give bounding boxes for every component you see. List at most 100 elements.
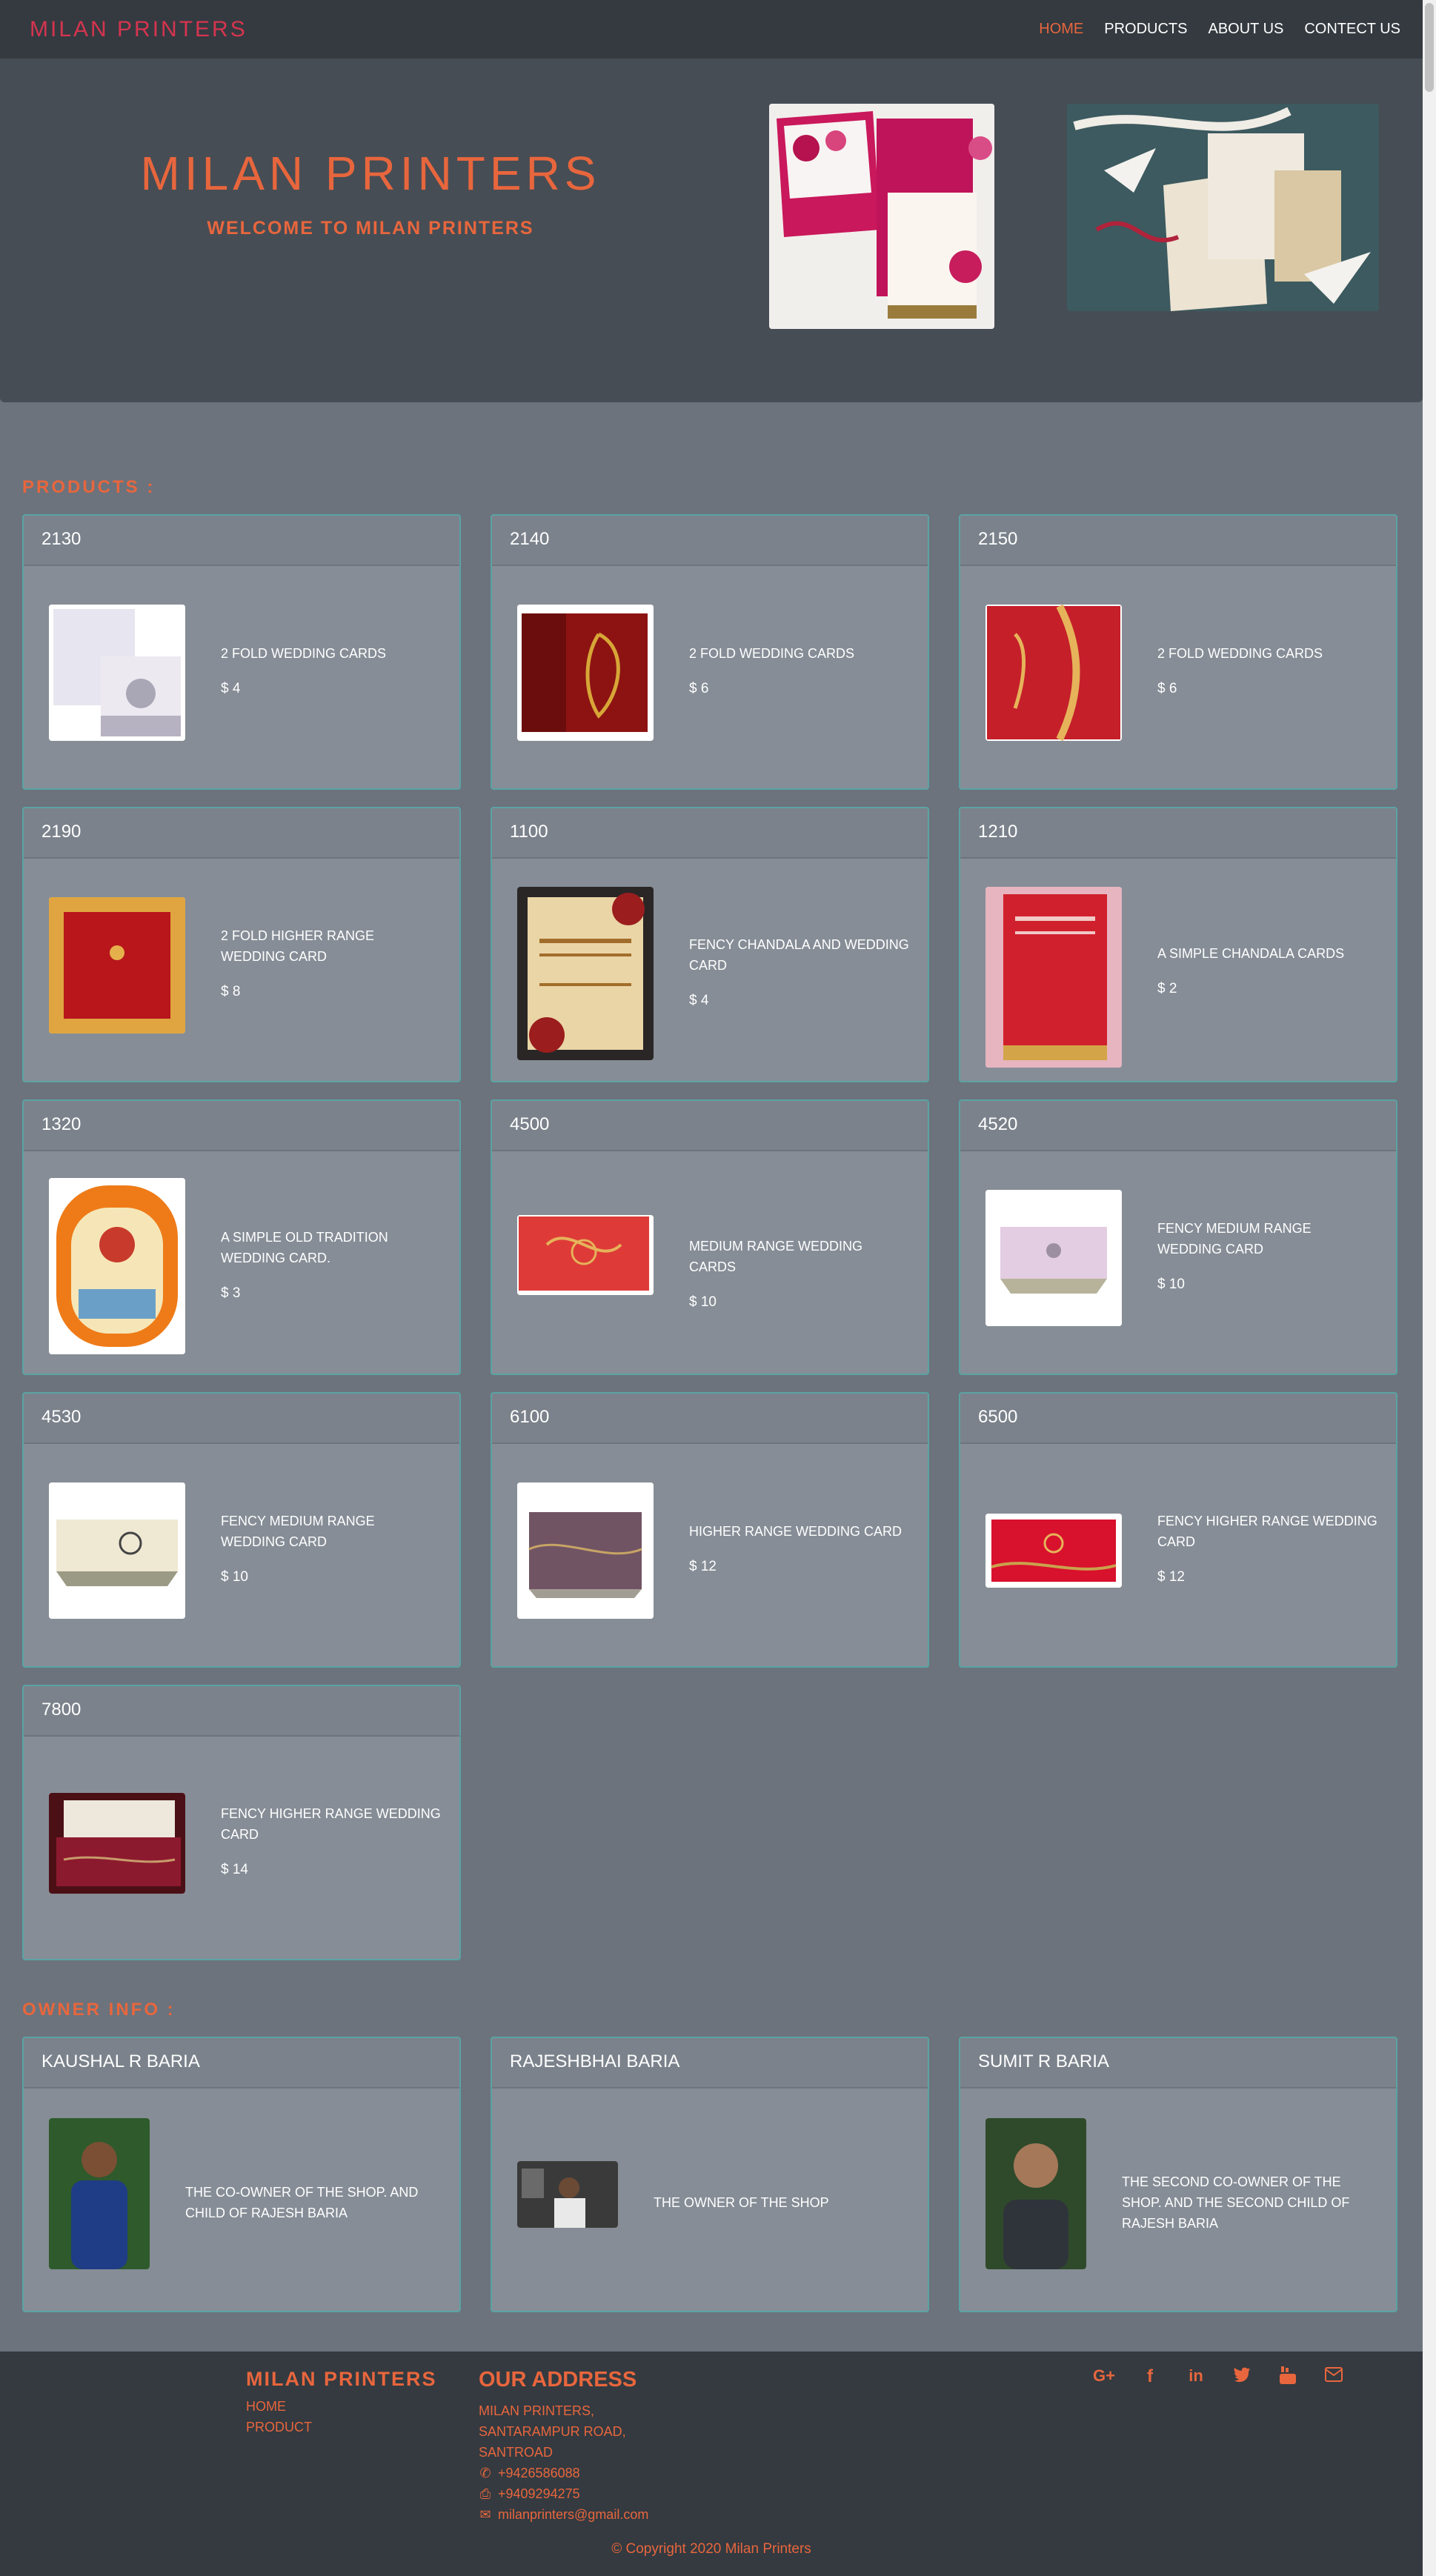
footer-product-link[interactable]: PRODUCT: [246, 2420, 312, 2435]
product-code: 4520: [960, 1101, 1396, 1151]
owner-section-title: OWNER INFO :: [22, 2000, 176, 2020]
owner-description: THE SECOND CO-OWNER OF THE SHOP. AND THE…: [1122, 2174, 1350, 2231]
owner-card: SUMIT R BARIA THE SECOND CO-OWNER OF THE…: [959, 2037, 1397, 2312]
product-name: A SIMPLE CHANDALA CARDS: [1157, 946, 1345, 961]
nav-home-link[interactable]: HOME: [1039, 21, 1083, 38]
product-code: 1210: [960, 808, 1396, 859]
social-links: G+ f in: [1092, 2366, 1346, 2389]
product-card[interactable]: 1100 FENCY CHANDALA AND WEDDING CARD $ 4: [491, 807, 929, 1082]
product-code: 1320: [24, 1101, 459, 1151]
product-card[interactable]: 4530 FENCY MEDIUM RANGE WEDDING CARD $ 10: [22, 1392, 461, 1668]
product-price: $ 8: [221, 984, 241, 999]
owner-card: KAUSHAL R BARIA THE CO-OWNER OF THE SHOP…: [22, 2037, 461, 2312]
product-code: 6500: [960, 1394, 1396, 1444]
footer-fax-value: +9409294275: [498, 2486, 580, 2501]
product-price: $ 10: [221, 1569, 248, 1585]
product-image: [49, 605, 185, 741]
youtube-icon[interactable]: [1276, 2366, 1300, 2389]
envelope-icon: ✉: [479, 2507, 491, 2522]
owner-photo: [517, 2161, 618, 2228]
footer-phone[interactable]: ✆ +9426586088: [479, 2466, 580, 2481]
footer-email[interactable]: ✉ milanprinters@gmail.com: [479, 2507, 648, 2523]
hero-banner: MILAN PRINTERS WELCOME TO MILAN PRINTERS: [0, 59, 1423, 402]
product-image: [517, 887, 654, 1060]
owner-name: KAUSHAL R BARIA: [24, 2038, 459, 2089]
nav-about-link[interactable]: ABOUT US: [1208, 21, 1283, 38]
product-name: 2 FOLD WEDDING CARDS: [221, 646, 387, 661]
product-price: $ 12: [689, 1559, 717, 1574]
product-price: $ 3: [221, 1285, 241, 1301]
product-image: [985, 1190, 1122, 1326]
product-code: 6100: [492, 1394, 928, 1444]
products-section-title: PRODUCTS :: [22, 477, 156, 497]
product-image: [517, 605, 654, 741]
footer-brand: MILAN PRINTERS: [246, 2368, 437, 2390]
product-name: FENCY HIGHER RANGE WEDDING CARD: [221, 1806, 441, 1842]
product-image: [517, 1215, 654, 1295]
twitter-icon[interactable]: [1230, 2366, 1254, 2389]
footer-email-value: milanprinters@gmail.com: [498, 2507, 649, 2522]
scrollbar[interactable]: [1423, 0, 1436, 2576]
google-plus-icon[interactable]: G+: [1092, 2366, 1116, 2389]
navbar-brand[interactable]: MILAN PRINTERS: [30, 17, 247, 42]
product-card[interactable]: 7800 FENCY HIGHER RANGE WEDDING CARD $ 14: [22, 1685, 461, 1960]
product-image: [49, 1482, 185, 1619]
owner-card: RAJESHBHAI BARIA THE OWNER OF THE SHOP: [491, 2037, 929, 2312]
product-card[interactable]: 4520 FENCY MEDIUM RANGE WEDDING CARD $ 10: [959, 1099, 1397, 1375]
nav-products-link[interactable]: PRODUCTS: [1104, 21, 1187, 38]
product-card[interactable]: 2150 2 FOLD WEDDING CARDS $ 6: [959, 514, 1397, 790]
linkedin-icon[interactable]: in: [1184, 2366, 1208, 2389]
scrollbar-thumb[interactable]: [1425, 3, 1434, 92]
product-image: [517, 1482, 654, 1619]
product-card[interactable]: 6100 HIGHER RANGE WEDDING CARD $ 12: [491, 1392, 929, 1668]
footer-phone-value: +9426586088: [498, 2466, 580, 2480]
product-card[interactable]: 1210 A SIMPLE CHANDALA CARDS $ 2: [959, 807, 1397, 1082]
footer: MILAN PRINTERS HOME PRODUCT OUR ADDRESS …: [0, 2352, 1423, 2576]
owner-description: THE CO-OWNER OF THE SHOP. AND CHILD OF R…: [185, 2185, 419, 2220]
owner-photo: [985, 2118, 1086, 2269]
product-code: 2130: [24, 516, 459, 566]
nav-contact-link[interactable]: CONTECT US: [1304, 21, 1400, 38]
product-name: FENCY MEDIUM RANGE WEDDING CARD: [221, 1514, 375, 1549]
facebook-icon[interactable]: f: [1138, 2366, 1162, 2389]
product-price: $ 6: [1157, 681, 1177, 696]
product-card[interactable]: 2130 2 FOLD WEDDING CARDS $ 4: [22, 514, 461, 790]
product-price: $ 10: [689, 1294, 717, 1310]
envelope-icon[interactable]: [1322, 2366, 1346, 2389]
product-name: 2 FOLD WEDDING CARDS: [1157, 646, 1323, 661]
product-image: [49, 1178, 185, 1354]
product-code: 1100: [492, 808, 928, 859]
product-name: FENCY HIGHER RANGE WEDDING CARD: [1157, 1514, 1377, 1549]
hero-title: MILAN PRINTERS: [140, 147, 601, 200]
product-name: A SIMPLE OLD TRADITION WEDDING CARD.: [221, 1230, 388, 1265]
product-card[interactable]: 2190 2 FOLD HIGHER RANGE WEDDING CARD $ 8: [22, 807, 461, 1082]
product-code: 4530: [24, 1394, 459, 1444]
footer-address-title: OUR ADDRESS: [479, 2368, 637, 2392]
product-name: FENCY CHANDALA AND WEDDING CARD: [689, 937, 909, 973]
product-name: FENCY MEDIUM RANGE WEDDING CARD: [1157, 1221, 1312, 1257]
product-price: $ 4: [689, 993, 709, 1008]
hero-image-pink-invitation: [769, 104, 994, 329]
product-name: 2 FOLD WEDDING CARDS: [689, 646, 855, 661]
product-image: [985, 887, 1122, 1068]
footer-fax[interactable]: ⎙ +9409294275: [479, 2486, 580, 2502]
footer-home-link[interactable]: HOME: [246, 2399, 286, 2414]
product-code: 2140: [492, 516, 928, 566]
product-price: $ 2: [1157, 981, 1177, 996]
product-card[interactable]: 1320 A SIMPLE OLD TRADITION WEDDING CARD…: [22, 1099, 461, 1375]
product-card[interactable]: 4500 MEDIUM RANGE WEDDING CARDS $ 10: [491, 1099, 929, 1375]
footer-address-line: SANTARAMPUR ROAD,: [479, 2424, 626, 2439]
owner-name: RAJESHBHAI BARIA: [492, 2038, 928, 2089]
product-code: 7800: [24, 1686, 459, 1737]
product-name: HIGHER RANGE WEDDING CARD: [689, 1524, 903, 1539]
product-code: 4500: [492, 1101, 928, 1151]
product-card[interactable]: 2140 2 FOLD WEDDING CARDS $ 6: [491, 514, 929, 790]
hero-image-cream-invitation: [1067, 104, 1379, 311]
product-price: $ 14: [221, 1862, 248, 1877]
hero-subtitle: WELCOME TO MILAN PRINTERS: [207, 218, 534, 239]
product-code: 2190: [24, 808, 459, 859]
copyright: © Copyright 2020 Milan Printers: [611, 2541, 811, 2557]
product-card[interactable]: 6500 FENCY HIGHER RANGE WEDDING CARD $ 12: [959, 1392, 1397, 1668]
nav-links: HOME PRODUCTS ABOUT US CONTECT US: [1039, 21, 1400, 38]
product-price: $ 4: [221, 681, 241, 696]
